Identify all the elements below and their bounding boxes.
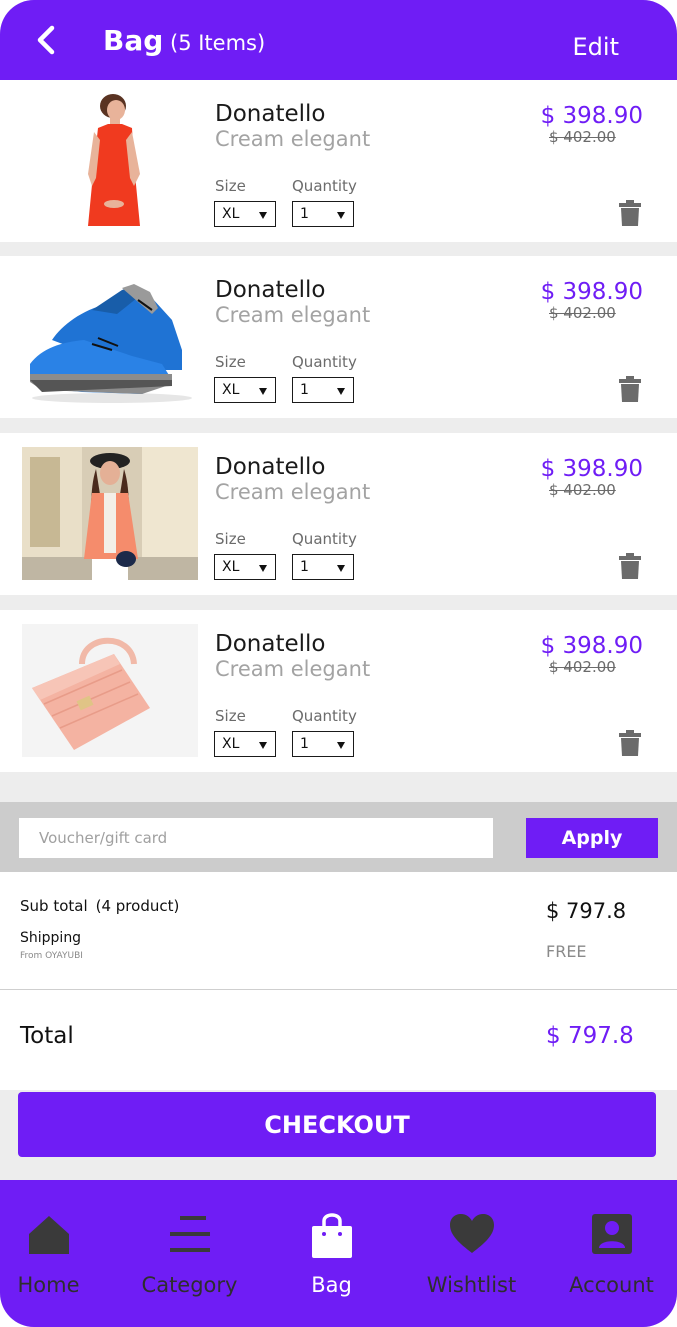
quantity-label: Quantity [292,177,357,195]
quantity-label: Quantity [292,707,357,725]
nav-home[interactable]: Home [0,1180,116,1327]
product-image-coral-jacket[interactable] [22,447,198,580]
product-price: $ 398.90 [540,279,643,305]
checkout-button[interactable]: CHECKOUT [18,1092,656,1157]
chevron-left-icon [37,25,55,55]
product-price: $ 398.90 [540,633,643,659]
quantity-select[interactable]: 1 [292,377,354,403]
divider [0,989,677,990]
shipping-label: Shipping [20,930,82,946]
home-icon [26,1210,72,1258]
product-price: $ 398.90 [540,456,643,482]
product-name[interactable]: Donatello [215,100,325,128]
quantity-value: 1 [300,206,309,222]
quantity-label: Quantity [292,530,357,548]
product-price: $ 398.90 [540,103,643,129]
product-name[interactable]: Donatello [215,276,325,304]
cart-item: Donatello Cream elegant $ 398.90 $ 402.0… [0,610,677,772]
size-label: Size [215,177,246,195]
heart-icon [449,1210,495,1258]
product-subtitle: Cream elegant [215,303,371,327]
trash-icon[interactable] [618,553,642,579]
trash-icon[interactable] [618,730,642,756]
item-count: (5 Items) [170,31,266,55]
nav-wishlist[interactable]: Wishtlist [404,1180,539,1327]
quantity-value: 1 [300,382,309,398]
size-select[interactable]: XL [214,201,276,227]
subtotal-label: Sub total (4 product) [20,896,179,916]
quantity-value: 1 [300,559,309,575]
quantity-value: 1 [300,736,309,752]
dropdown-arrow-icon [337,212,345,219]
bag-screen: Bag (5 Items) Edit Donatello Cream elega… [0,0,677,1327]
nav-label-home: Home [17,1273,80,1297]
bottom-nav: Home Category Bag Wishtlist Account [0,1180,677,1327]
order-summary: Sub total (4 product) $ 797.8 Shipping Fr… [0,872,677,1090]
page-title: Bag [103,24,164,57]
back-button[interactable] [28,20,64,60]
account-icon [589,1210,635,1258]
size-select[interactable]: XL [214,377,276,403]
nav-account[interactable]: Account [544,1180,677,1327]
nav-label-account: Account [569,1273,654,1297]
size-label: Size [215,530,246,548]
cart-item: Donatello Cream elegant $ 398.90 $ 402.0… [0,433,677,595]
product-subtitle: Cream elegant [215,480,371,504]
product-name[interactable]: Donatello [215,630,325,658]
product-name[interactable]: Donatello [215,453,325,481]
quantity-label: Quantity [292,353,357,371]
size-select[interactable]: XL [214,554,276,580]
size-value: XL [222,559,240,575]
product-subtitle: Cream elegant [215,657,371,681]
nav-label-category: Category [141,1273,238,1297]
original-price: $ 402.00 [549,658,616,676]
dropdown-arrow-icon [259,388,267,395]
trash-icon[interactable] [618,376,642,402]
quantity-select[interactable]: 1 [292,731,354,757]
product-image-sneakers[interactable] [22,270,198,403]
header-bar: Bag (5 Items) Edit [0,0,677,80]
edit-button[interactable]: Edit [573,32,619,62]
subtotal-value: $ 797.8 [546,899,627,923]
size-value: XL [222,736,240,752]
bag-icon [309,1210,355,1258]
total-value: $ 797.8 [546,1023,634,1049]
dropdown-arrow-icon [259,742,267,749]
shipping-value: FREE [546,942,587,961]
size-label: Size [215,353,246,371]
dropdown-arrow-icon [337,565,345,572]
dropdown-arrow-icon [337,388,345,395]
original-price: $ 402.00 [549,481,616,499]
quantity-select[interactable]: 1 [292,554,354,580]
quantity-select[interactable]: 1 [292,201,354,227]
dropdown-arrow-icon [259,212,267,219]
product-subtitle: Cream elegant [215,127,371,151]
nav-bag[interactable]: Bag [264,1180,399,1327]
cart-item: Donatello Cream elegant $ 398.90 $ 402.0… [0,256,677,418]
subtotal-text: Sub total [20,897,88,915]
total-label: Total [20,1023,74,1049]
product-image-red-dress[interactable] [22,94,198,227]
size-label: Size [215,707,246,725]
voucher-bar: Apply [0,802,677,872]
original-price: $ 402.00 [549,128,616,146]
nav-category[interactable]: Category [122,1180,257,1327]
cart-item: Donatello Cream elegant $ 398.90 $ 402.0… [0,80,677,242]
nav-label-wishlist: Wishtlist [426,1273,517,1297]
size-value: XL [222,206,240,222]
size-select[interactable]: XL [214,731,276,757]
subtotal-count: (4 product) [95,897,180,915]
voucher-input[interactable] [19,818,493,858]
apply-button[interactable]: Apply [526,818,658,858]
category-icon [167,1210,213,1258]
dropdown-arrow-icon [259,565,267,572]
size-value: XL [222,382,240,398]
shipping-from: From OYAYUBI [20,951,83,961]
original-price: $ 402.00 [549,304,616,322]
trash-icon[interactable] [618,200,642,226]
nav-label-bag: Bag [311,1273,352,1297]
product-image-handbag[interactable] [22,624,198,757]
dropdown-arrow-icon [337,742,345,749]
